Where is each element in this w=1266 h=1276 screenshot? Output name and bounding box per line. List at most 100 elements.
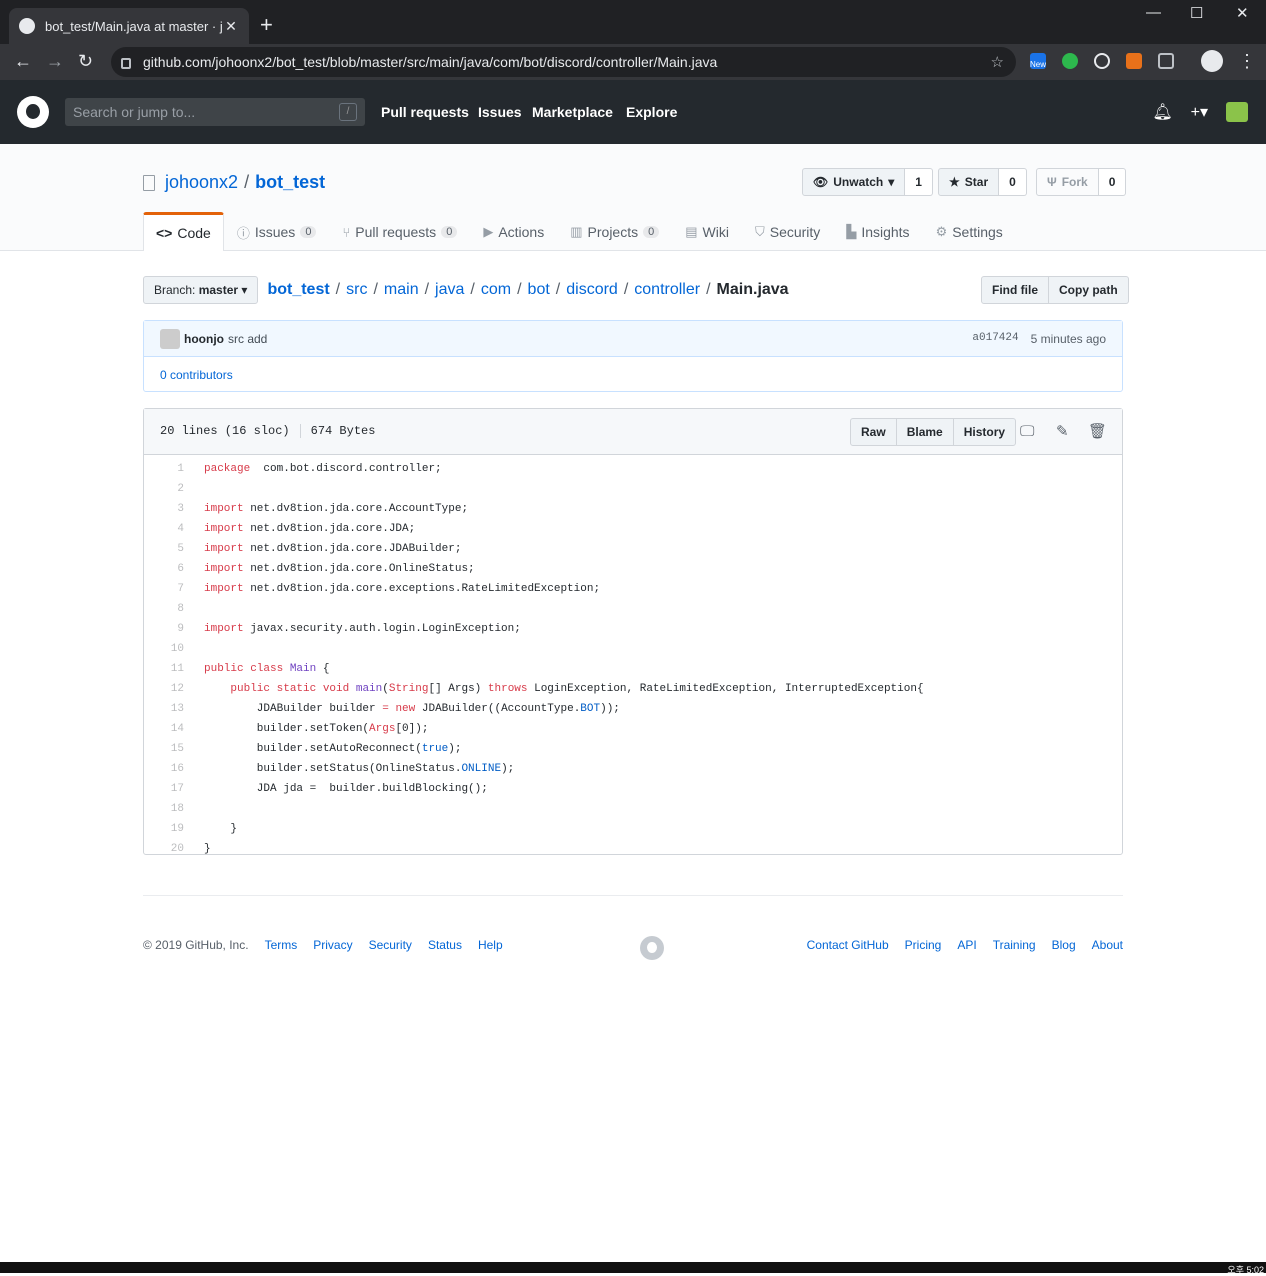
line-number[interactable]: 3 [144,499,194,519]
line-number[interactable]: 5 [144,539,194,559]
user-avatar[interactable] [1226,102,1248,122]
trash-icon[interactable]: 🗑︎ [1088,422,1107,440]
breadcrumb-root[interactable]: bot_test [267,281,329,299]
author-avatar[interactable] [160,328,180,349]
evernote-extension-icon[interactable] [1062,53,1078,69]
github-logo-icon[interactable] [17,96,49,128]
tab-pull-requests[interactable]: ⑂ Pull requests 0 [329,212,470,251]
line-number[interactable]: 14 [144,719,194,739]
menu-dots-icon[interactable]: ⋮ [1238,50,1256,72]
nav-pull-requests[interactable]: Pull requests [381,104,469,120]
unwatch-button[interactable]: 👁︎ Unwatch ▾ [802,168,906,196]
search-input[interactable]: Search or jump to... / [65,98,365,126]
watch-count[interactable]: 1 [905,168,933,196]
address-bar[interactable]: github.com/johoonx2/bot_test/blob/master… [111,47,1016,77]
repo-name-link[interactable]: bot_test [255,172,325,193]
notifications-bell-icon[interactable]: 🔔︎ [1152,102,1172,122]
profile-avatar[interactable] [1201,50,1223,72]
pencil-edit-icon[interactable]: ✎ [1056,422,1069,440]
line-number[interactable]: 4 [144,519,194,539]
breadcrumb-controller[interactable]: controller [634,281,700,299]
line-number[interactable]: 2 [144,479,194,499]
tab-security[interactable]: ⛉ Security [742,212,833,251]
breadcrumb-src[interactable]: src [346,281,367,299]
footer-link-about[interactable]: About [1092,938,1123,952]
tab-wiki[interactable]: ▤ Wiki [672,212,742,251]
footer-link-help[interactable]: Help [478,938,503,952]
line-number[interactable]: 20 [144,839,194,859]
forward-icon[interactable]: → [46,50,64,72]
tab-insights[interactable]: ▙ Insights [833,212,922,251]
minimize-icon[interactable]: — [1146,4,1161,21]
line-number[interactable]: 16 [144,759,194,779]
new-tab-icon[interactable]: + [260,12,273,38]
line-number[interactable]: 11 [144,659,194,679]
commit-author[interactable]: hoonjo [184,332,224,346]
branch-select[interactable]: Branch: master ▾ [143,276,259,304]
contributors-link[interactable]: 0 contributors [160,368,233,382]
footer-link-privacy[interactable]: Privacy [313,938,352,952]
star-button[interactable]: ★ Star [938,168,1000,196]
tab-actions[interactable]: ▶ Actions [470,212,557,251]
bookmark-star-icon[interactable]: ☆ [991,53,1004,71]
fork-count[interactable]: 0 [1098,168,1127,196]
tab-settings[interactable]: ⚙ Settings [923,212,1016,251]
extension-new-icon[interactable]: New [1030,53,1046,69]
footer-link-pricing[interactable]: Pricing [905,938,942,952]
footer-link-blog[interactable]: Blog [1052,938,1076,952]
nav-marketplace[interactable]: Marketplace [532,104,613,120]
breadcrumb-com[interactable]: com [481,281,511,299]
nav-explore[interactable]: Explore [626,104,677,120]
reload-icon[interactable]: ↻ [78,50,93,72]
line-number[interactable]: 9 [144,619,194,639]
find-file-button[interactable]: Find file [981,276,1049,304]
line-number[interactable]: 15 [144,739,194,759]
star-count[interactable]: 0 [999,168,1027,196]
repo-owner-link[interactable]: johoonx2 [165,172,238,193]
code-token: } [204,823,238,835]
close-tab-icon[interactable]: ✕ [223,18,239,35]
breadcrumb-java[interactable]: java [435,281,464,299]
browser-tab[interactable]: bot_test/Main.java at master · jo ✕ [9,8,249,44]
fx-extension-icon[interactable] [1126,53,1142,69]
breadcrumb-discord[interactable]: discord [566,281,618,299]
history-button[interactable]: History [952,418,1017,446]
footer-link-contact[interactable]: Contact GitHub [807,938,889,952]
footer-link-status[interactable]: Status [428,938,462,952]
tab-issues[interactable]: ⓘ Issues 0 [224,212,330,251]
line-number[interactable]: 10 [144,639,194,659]
line-number[interactable]: 19 [144,819,194,839]
fork-button[interactable]: Ψ Fork [1036,168,1099,196]
line-number[interactable]: 1 [144,459,194,479]
cast-icon[interactable] [1158,53,1174,69]
nav-issues[interactable]: Issues [478,104,522,120]
footer-link-terms[interactable]: Terms [265,938,298,952]
line-number[interactable]: 6 [144,559,194,579]
maximize-icon[interactable]: ☐ [1190,4,1203,22]
tab-projects[interactable]: ▥ Projects 0 [557,212,672,251]
tab-code[interactable]: <> Code [143,212,224,251]
commit-message[interactable]: src add [228,332,267,346]
blame-button[interactable]: Blame [895,418,954,446]
line-number[interactable]: 8 [144,599,194,619]
commit-sha[interactable]: a017424 [972,332,1018,346]
raw-button[interactable]: Raw [850,418,897,446]
footer-link-security[interactable]: Security [369,938,412,952]
breadcrumb-main[interactable]: main [384,281,419,299]
footer-link-training[interactable]: Training [993,938,1036,952]
desktop-icon[interactable]: 🖵 [1020,422,1034,440]
github-footer-logo-icon[interactable] [640,936,664,960]
line-number[interactable]: 13 [144,699,194,719]
footer-link-api[interactable]: API [957,938,976,952]
extension-icon[interactable] [1094,53,1110,69]
line-number[interactable]: 7 [144,579,194,599]
line-number[interactable]: 18 [144,799,194,819]
line-number[interactable]: 17 [144,779,194,799]
copy-path-button[interactable]: Copy path [1049,276,1129,304]
create-new-plus-icon[interactable]: +▾ [1191,102,1208,122]
close-window-icon[interactable]: ✕ [1236,4,1249,22]
breadcrumb-bot[interactable]: bot [528,281,550,299]
back-icon[interactable]: ← [14,50,32,72]
line-number[interactable]: 12 [144,679,194,699]
code-line: 14 builder.setToken(Args[0]); [144,719,924,739]
